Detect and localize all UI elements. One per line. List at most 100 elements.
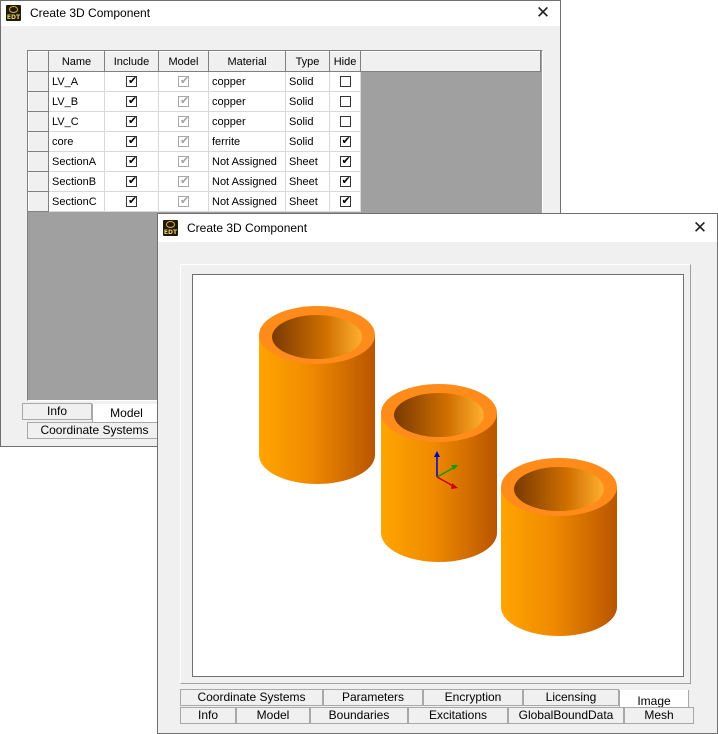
include-checkbox[interactable]: ✔	[126, 174, 137, 188]
model-cell: ✔	[158, 111, 209, 132]
hide-checkbox[interactable]	[339, 76, 351, 88]
material-cell[interactable]: copper	[208, 91, 286, 112]
type-cell[interactable]: Sheet	[285, 151, 330, 172]
include-checkbox[interactable]: ✔	[126, 134, 137, 148]
type-cell[interactable]: Solid	[285, 111, 330, 132]
include-checkbox[interactable]: ✔	[126, 194, 137, 208]
column-header-name[interactable]: Name	[48, 51, 105, 72]
name-cell[interactable]: LV_B	[48, 91, 105, 112]
type-cell[interactable]: Sheet	[285, 171, 330, 192]
hide-cell: ✔	[329, 171, 361, 192]
model-cell: ✔	[158, 171, 209, 192]
empty-header	[360, 51, 541, 72]
model-checkbox: ✔	[178, 194, 190, 208]
checkmark-icon: ✔	[180, 174, 190, 188]
hide-cell	[329, 91, 361, 112]
close-icon[interactable]: ✕	[683, 214, 717, 242]
tab-parameters[interactable]: Parameters	[323, 689, 423, 706]
row-header[interactable]	[28, 111, 49, 132]
tab-model[interactable]: Model	[92, 404, 161, 423]
material-cell[interactable]: Not Assigned	[208, 171, 286, 192]
hide-cell: ✔	[329, 151, 361, 172]
empty-cell	[360, 171, 541, 192]
name-cell[interactable]: core	[48, 131, 105, 152]
column-header-material[interactable]: Material	[208, 51, 286, 72]
model-cell: ✔	[158, 131, 209, 152]
table-row[interactable]: LV_C ✔ ✔ copper Solid	[28, 111, 541, 132]
material-cell[interactable]: ferrite	[208, 131, 286, 152]
tab-coordinate-systems[interactable]: Coordinate Systems	[27, 422, 162, 439]
name-cell[interactable]: SectionB	[48, 171, 105, 192]
row-header[interactable]	[28, 151, 49, 172]
tab-info[interactable]: Info	[180, 707, 236, 724]
hide-checkbox[interactable]: ✔	[339, 194, 351, 208]
include-cell: ✔	[104, 111, 159, 132]
table-row[interactable]: LV_B ✔ ✔ copper Solid	[28, 91, 541, 112]
name-cell[interactable]: SectionC	[48, 191, 105, 212]
include-checkbox[interactable]: ✔	[126, 154, 137, 168]
hide-checkbox[interactable]: ✔	[339, 174, 351, 188]
column-header-include[interactable]: Include	[104, 51, 159, 72]
cylinder-right	[501, 458, 617, 636]
row-header[interactable]	[28, 71, 49, 92]
include-checkbox[interactable]: ✔	[126, 94, 137, 108]
include-cell: ✔	[104, 91, 159, 112]
column-header-hide[interactable]: Hide	[329, 51, 361, 72]
table-row[interactable]: core ✔ ✔ ferrite Solid ✔	[28, 131, 541, 152]
type-cell[interactable]: Solid	[285, 71, 330, 92]
app-icon-text: EDT	[6, 14, 21, 21]
name-cell[interactable]: LV_A	[48, 71, 105, 92]
empty-cell	[360, 191, 541, 212]
checkmark-icon: ✔	[180, 194, 190, 208]
component-preview-image	[192, 274, 684, 677]
hide-checkbox[interactable]: ✔	[339, 134, 351, 148]
model-checkbox: ✔	[178, 94, 190, 108]
checkmark-icon: ✔	[341, 134, 351, 148]
type-cell[interactable]: Solid	[285, 131, 330, 152]
tab-licensing[interactable]: Licensing	[523, 689, 619, 706]
material-cell[interactable]: Not Assigned	[208, 151, 286, 172]
material-cell[interactable]: Not Assigned	[208, 191, 286, 212]
table-row[interactable]: SectionA ✔ ✔ Not Assigned Sheet ✔	[28, 151, 541, 172]
model-cell: ✔	[158, 71, 209, 92]
type-cell[interactable]: Sheet	[285, 191, 330, 212]
tab-info[interactable]: Info	[22, 403, 92, 420]
row-header[interactable]	[28, 191, 49, 212]
tab-excitations[interactable]: Excitations	[408, 707, 508, 724]
column-header-type[interactable]: Type	[285, 51, 330, 72]
empty-cell	[360, 151, 541, 172]
hide-checkbox[interactable]	[339, 116, 351, 128]
material-cell[interactable]: copper	[208, 71, 286, 92]
row-header[interactable]	[28, 171, 49, 192]
column-header-model[interactable]: Model	[158, 51, 209, 72]
corner-header	[28, 51, 49, 72]
checkmark-icon: ✔	[180, 94, 190, 108]
tab-encryption[interactable]: Encryption	[423, 689, 523, 706]
name-cell[interactable]: SectionA	[48, 151, 105, 172]
table-row[interactable]: SectionC ✔ ✔ Not Assigned Sheet ✔	[28, 191, 541, 212]
hide-cell: ✔	[329, 191, 361, 212]
material-cell[interactable]: copper	[208, 111, 286, 132]
include-cell: ✔	[104, 71, 159, 92]
app-icon: EDT	[6, 5, 21, 21]
include-checkbox[interactable]: ✔	[126, 74, 137, 88]
window-title: Create 3D Component	[187, 221, 308, 235]
name-cell[interactable]: LV_C	[48, 111, 105, 132]
model-checkbox: ✔	[178, 134, 189, 148]
table-row[interactable]: SectionB ✔ ✔ Not Assigned Sheet ✔	[28, 171, 541, 192]
tab-boundaries[interactable]: Boundaries	[310, 707, 408, 724]
hide-checkbox[interactable]: ✔	[339, 154, 351, 168]
table-row[interactable]: LV_A ✔ ✔ copper Solid	[28, 71, 541, 92]
tab-globalbounddata[interactable]: GlobalBoundData	[508, 707, 624, 724]
tab-mesh[interactable]: Mesh	[624, 707, 694, 724]
close-icon[interactable]: ✕	[526, 1, 560, 25]
row-header[interactable]	[28, 91, 49, 112]
row-header[interactable]	[28, 131, 49, 152]
tab-coordinate-systems[interactable]: Coordinate Systems	[180, 689, 323, 706]
type-cell[interactable]: Solid	[285, 91, 330, 112]
hide-checkbox[interactable]	[339, 96, 351, 108]
tab-model[interactable]: Model	[236, 707, 310, 724]
cylinder-middle	[381, 384, 497, 562]
include-checkbox[interactable]: ✔	[126, 114, 137, 128]
include-cell: ✔	[104, 191, 159, 212]
